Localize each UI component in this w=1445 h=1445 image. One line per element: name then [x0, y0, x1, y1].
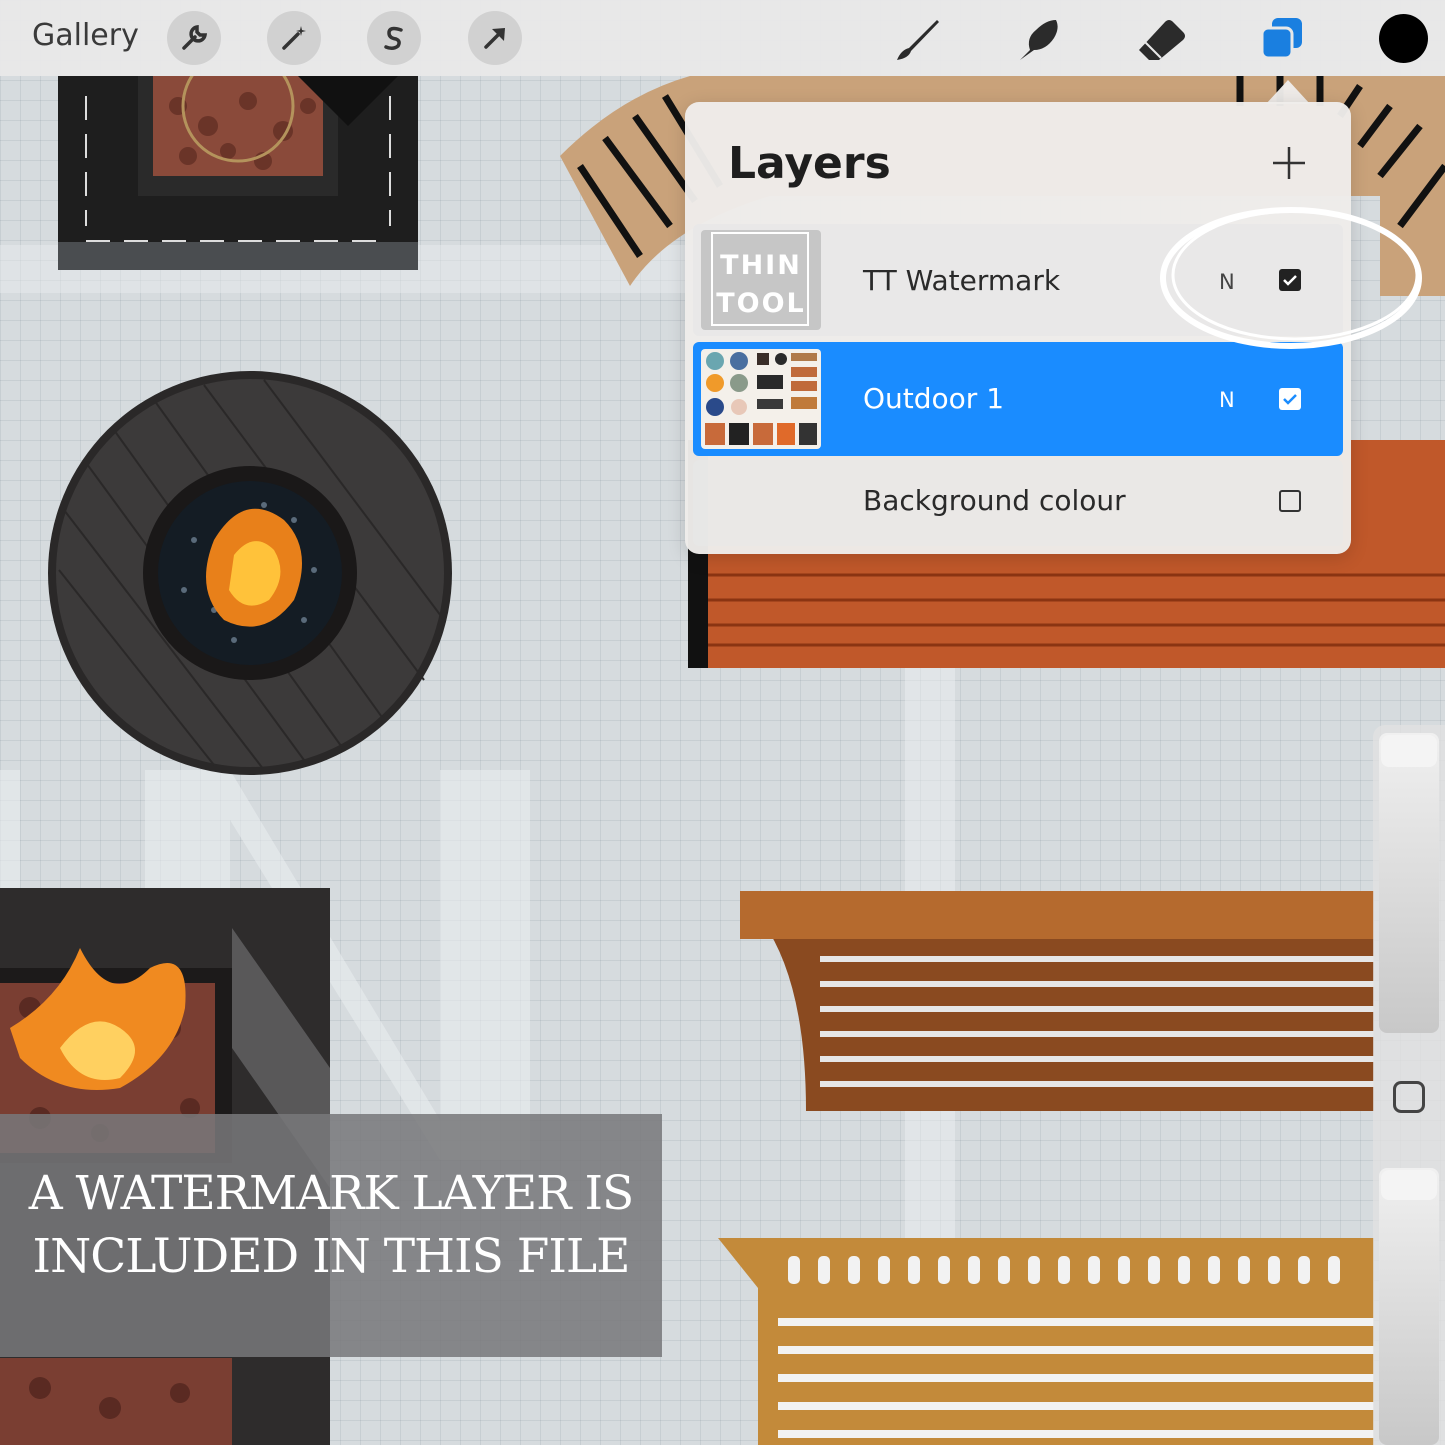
brush-icon[interactable] [893, 14, 943, 68]
brush-size-handle[interactable] [1381, 735, 1437, 767]
transform-arrow-icon[interactable] [468, 11, 522, 65]
slatted-bench-curved [740, 891, 1374, 1111]
round-fire-pit [48, 371, 452, 775]
layer-name: Background colour [863, 484, 1126, 517]
annotation-circle [1160, 207, 1422, 349]
layer-row-outdoor-1[interactable]: Outdoor 1 N [693, 342, 1343, 456]
opacity-slider[interactable] [1379, 1168, 1439, 1445]
magic-wand-icon[interactable] [267, 11, 321, 65]
layer-name: Outdoor 1 [863, 382, 1005, 415]
top-toolbar: Gallery [0, 0, 1445, 76]
layer-thumbnail-outdoor [701, 349, 821, 449]
add-layer-button[interactable] [1272, 146, 1306, 184]
visibility-checkbox[interactable] [1279, 388, 1301, 410]
selection-s-icon[interactable] [367, 11, 421, 65]
visibility-checkbox[interactable] [1279, 490, 1301, 512]
modify-button[interactable] [1393, 1081, 1425, 1113]
layers-panel-title: Layers [728, 138, 891, 189]
layer-row-background-colour[interactable]: Background colour [693, 460, 1343, 546]
layers-icon[interactable] [1258, 14, 1306, 66]
opacity-handle[interactable] [1381, 1170, 1437, 1200]
thumb-text-thin: THIN [720, 250, 802, 281]
blend-mode-button[interactable]: N [1219, 388, 1235, 412]
square-fire-table-top [58, 76, 418, 270]
caption-line-2: INCLUDED IN THIS FILE [32, 1229, 631, 1284]
thumb-text-tool: TOOL [716, 288, 806, 319]
color-swatch[interactable] [1379, 14, 1428, 63]
caption-line-1: A WATERMARK LAYER IS [28, 1166, 634, 1221]
slatted-bench-bottom [718, 1238, 1374, 1445]
layer-thumbnail-watermark: THIN TOOL [701, 230, 821, 330]
brush-size-slider[interactable] [1379, 733, 1439, 1033]
sidebar [1373, 725, 1445, 1445]
plus-icon [1273, 147, 1305, 179]
smudge-icon[interactable] [1014, 14, 1064, 68]
eraser-icon[interactable] [1135, 14, 1187, 68]
watermark-caption-box: A WATERMARK LAYER IS INCLUDED IN THIS FI… [0, 1114, 662, 1357]
gallery-button[interactable]: Gallery [32, 18, 139, 53]
layers-panel-caret [1266, 80, 1310, 104]
wrench-icon[interactable] [167, 11, 221, 65]
layer-name: TT Watermark [863, 264, 1061, 297]
